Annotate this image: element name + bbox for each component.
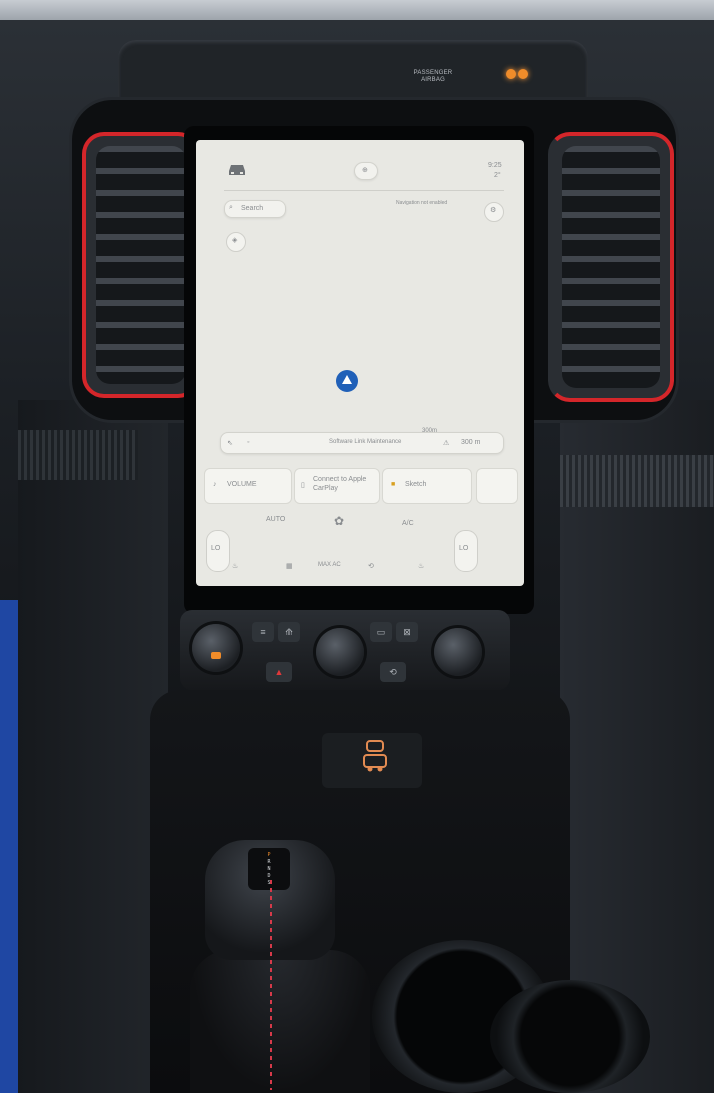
- right-air-vent[interactable]: [548, 132, 674, 402]
- sketch-icon: ■: [391, 481, 396, 488]
- seat-icon[interactable]: ♨: [232, 562, 238, 570]
- max-defrost-button[interactable]: ⊠: [396, 622, 418, 642]
- left-trim-strip: [18, 430, 138, 480]
- temp-indicator: [211, 652, 221, 659]
- cupholder: [490, 980, 650, 1093]
- mode-button[interactable]: ▭: [370, 622, 392, 642]
- airbag-indicator: [506, 69, 532, 81]
- map-top-note: Navigation not enabled: [396, 200, 448, 206]
- temperature-text: 2°: [494, 172, 501, 179]
- left-temperature-knob[interactable]: [192, 624, 240, 672]
- search-icon: ⌕: [229, 204, 233, 211]
- phone-icon: ▯: [301, 482, 305, 489]
- next-card[interactable]: [476, 468, 518, 504]
- fan-icon[interactable]: ✿: [334, 514, 344, 528]
- rear-defrost-button[interactable]: ≡: [252, 622, 274, 642]
- sketch-card[interactable]: ■ Sketch: [382, 468, 472, 504]
- gear-icon: ⚙: [490, 207, 497, 214]
- climate-control-panel: ≡ ⟰ ▭ ⊠ ▲ ⟲: [180, 610, 510, 690]
- gear-r: R: [267, 859, 271, 865]
- climate-bottom-row: ♨ ▦ MAX AC ⟲ ♨: [232, 560, 448, 576]
- gear-s: S: [267, 880, 271, 886]
- max-ac-button[interactable]: MAX AC: [318, 562, 341, 568]
- airbag-indicator-light: [506, 69, 516, 79]
- recirculation-icon[interactable]: ⟲: [368, 562, 374, 570]
- ac-label[interactable]: A/C: [402, 520, 414, 527]
- navigation-status-bar[interactable]: ⇖ ◦ Software Link Maintenance ⚠ 300 m: [220, 432, 504, 454]
- left-air-vent[interactable]: [82, 132, 200, 398]
- carplay-card[interactable]: ▯ Connect to Apple CarPlay: [294, 468, 380, 504]
- volume-card[interactable]: ♪ VOLUME: [204, 468, 292, 504]
- status-divider: [224, 190, 504, 191]
- layers-icon: ◈: [232, 237, 238, 244]
- pin-icon: ◦: [247, 439, 250, 446]
- status-center-pill[interactable]: ⊕: [354, 162, 378, 180]
- right-temperature-knob[interactable]: [434, 628, 482, 676]
- shifter-boot: [190, 950, 370, 1093]
- left-temp-control[interactable]: LO: [206, 530, 230, 572]
- airbag-label-line1: PASSENGER: [413, 70, 453, 76]
- gear-p: P: [267, 852, 271, 858]
- gear-indicator: P R N D S: [248, 848, 290, 890]
- warning-icon: ⚠: [443, 440, 450, 447]
- clock-text: 9:25: [488, 162, 502, 169]
- right-trim-strip: [560, 455, 714, 507]
- heated-seat-icon[interactable]: ♨: [418, 562, 424, 570]
- passenger-airbag-label: PASSENGER AIRBAG: [398, 70, 468, 84]
- drive-mode-icon[interactable]: [360, 737, 390, 775]
- car-icon[interactable]: [226, 162, 248, 176]
- gear-d: D: [267, 873, 271, 879]
- map-layer-button[interactable]: ◈: [226, 232, 246, 252]
- settings-button[interactable]: ⚙: [484, 202, 504, 222]
- gear-n: N: [267, 866, 271, 872]
- navigation-position-arrow: [336, 370, 358, 392]
- fan-knob[interactable]: [316, 628, 364, 676]
- airbag-label-line2: AIRBAG: [421, 77, 445, 83]
- touchscreen[interactable]: ⊕ 9:25 2° ⌕ Search Navigation not enable…: [196, 140, 524, 586]
- front-defrost-button[interactable]: ⟰: [278, 622, 300, 642]
- airbag-indicator-light: [518, 69, 528, 79]
- rear-defrost-icon[interactable]: ▦: [286, 562, 293, 570]
- volume-icon: ♪: [213, 481, 217, 488]
- shifter-stitching: [270, 880, 272, 1090]
- auto-label[interactable]: AUTO: [266, 516, 285, 523]
- search-button[interactable]: ⌕ Search: [224, 200, 286, 218]
- right-temp-control[interactable]: LO: [454, 530, 478, 572]
- compass-icon: ⇖: [227, 440, 233, 447]
- hazard-button[interactable]: ▲: [266, 662, 292, 682]
- recirculation-button[interactable]: ⟲: [380, 662, 406, 682]
- left-console-wall: [18, 400, 168, 1093]
- blue-side-panel: [0, 600, 18, 1093]
